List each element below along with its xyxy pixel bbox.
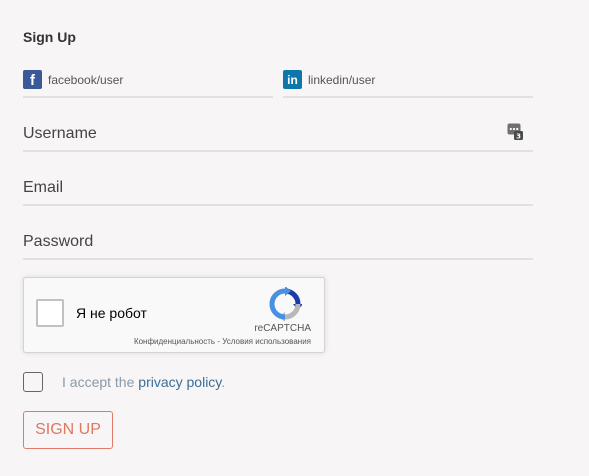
privacy-consent-text: I accept the privacy policy. [62, 374, 225, 390]
sign-up-button[interactable]: SIGN UP [23, 411, 113, 449]
facebook-field[interactable]: f facebook/user [23, 70, 273, 98]
privacy-consent: I accept the privacy policy. [23, 372, 225, 392]
email-input[interactable] [23, 174, 533, 202]
password-input[interactable] [23, 228, 533, 256]
consent-prefix: I accept the [62, 374, 139, 390]
signup-title: Sign Up [23, 29, 76, 45]
privacy-policy-link[interactable]: privacy policy [138, 374, 221, 390]
facebook-icon: f [23, 70, 42, 89]
recaptcha-logo-icon [269, 287, 302, 321]
recaptcha-privacy-link[interactable]: Конфиденциальность [134, 337, 215, 346]
linkedin-label: linkedin/user [308, 73, 376, 87]
linkedin-field[interactable]: in linkedin/user [283, 70, 533, 98]
linkedin-icon: in [283, 70, 302, 89]
password-field-container [23, 228, 533, 260]
username-input[interactable] [23, 120, 533, 148]
facebook-label: facebook/user [48, 73, 124, 87]
recaptcha-terms-link[interactable]: Условия использования [222, 337, 311, 346]
recaptcha-checkbox[interactable] [36, 299, 64, 327]
email-field-container [23, 174, 533, 206]
privacy-checkbox[interactable] [23, 372, 43, 392]
recaptcha-links: Конфиденциальность - Условия использован… [134, 337, 311, 346]
recaptcha-label: Я не робот [76, 305, 147, 321]
username-field-container: 3 [23, 120, 533, 152]
password-manager-icon[interactable]: 3 [507, 123, 523, 140]
svg-text:3: 3 [516, 133, 521, 141]
recaptcha-brand: reCAPTCHA [254, 323, 311, 334]
recaptcha-widget: Я не робот reCAPTCHA Конфиденциальность … [23, 277, 325, 353]
consent-suffix: . [221, 374, 226, 390]
